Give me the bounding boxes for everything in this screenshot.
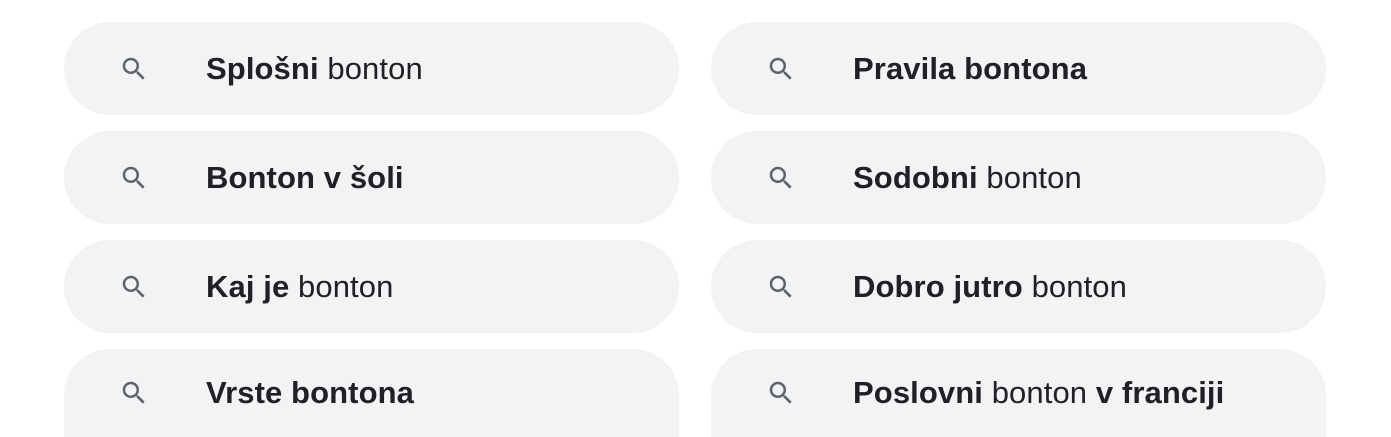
search-icon — [769, 57, 792, 80]
search-icon — [122, 57, 145, 80]
label-plain-part: bonton — [1022, 268, 1127, 304]
search-icon — [765, 377, 797, 409]
search-icon — [122, 381, 145, 404]
search-icon — [769, 166, 792, 189]
related-search-chip[interactable]: Sodobni bonton — [711, 131, 1326, 224]
search-icon — [118, 377, 150, 409]
related-search-chip[interactable]: Vrste bontona — [64, 349, 679, 437]
label-bold-part: v franciji — [1095, 375, 1225, 410]
related-search-chip[interactable]: Pravila bontona — [711, 22, 1326, 115]
label-bold-part: Vrste bontona — [206, 375, 414, 410]
related-search-label: Dobro jutro bonton — [853, 269, 1127, 305]
label-bold-part: Bonton v šoli — [206, 159, 404, 195]
search-icon — [765, 53, 797, 85]
related-search-label: Splošni bonton — [206, 51, 423, 87]
label-plain-part: bonton — [983, 375, 1096, 410]
label-bold-part: Kaj je — [206, 268, 290, 304]
search-icon — [769, 381, 792, 404]
search-icon — [118, 53, 150, 85]
search-icon — [765, 271, 797, 303]
search-icon — [769, 275, 792, 298]
related-searches-grid: Splošni bonton Pravila bontona Bonton v šo… — [64, 22, 1326, 437]
related-search-chip[interactable]: Kaj je bonton — [64, 240, 679, 333]
search-icon — [118, 271, 150, 303]
related-search-chip[interactable]: Bonton v šoli — [64, 131, 679, 224]
related-search-label: Vrste bontona — [206, 375, 414, 411]
search-icon — [122, 275, 145, 298]
related-search-label: Poslovni bonton v franciji — [853, 375, 1224, 411]
related-search-label: Sodobni bonton — [853, 160, 1082, 196]
related-search-chip[interactable]: Splošni bonton — [64, 22, 679, 115]
search-icon — [122, 166, 145, 189]
label-bold-part: Pravila bontona — [853, 50, 1088, 86]
related-search-label: Kaj je bonton — [206, 269, 393, 305]
label-plain-part: bonton — [318, 50, 423, 86]
label-bold-part: Dobro jutro — [853, 268, 1023, 304]
related-search-label: Bonton v šoli — [206, 160, 404, 196]
label-plain-part: bonton — [289, 268, 394, 304]
related-search-chip[interactable]: Poslovni bonton v franciji — [711, 349, 1326, 437]
related-search-chip[interactable]: Dobro jutro bonton — [711, 240, 1326, 333]
label-bold-part: Splošni — [206, 50, 319, 86]
label-plain-part: bonton — [977, 159, 1082, 195]
related-search-label: Pravila bontona — [853, 51, 1087, 87]
label-bold-part: Poslovni — [853, 375, 983, 410]
label-bold-part: Sodobni — [853, 159, 978, 195]
search-icon — [118, 162, 150, 194]
search-icon — [765, 162, 797, 194]
